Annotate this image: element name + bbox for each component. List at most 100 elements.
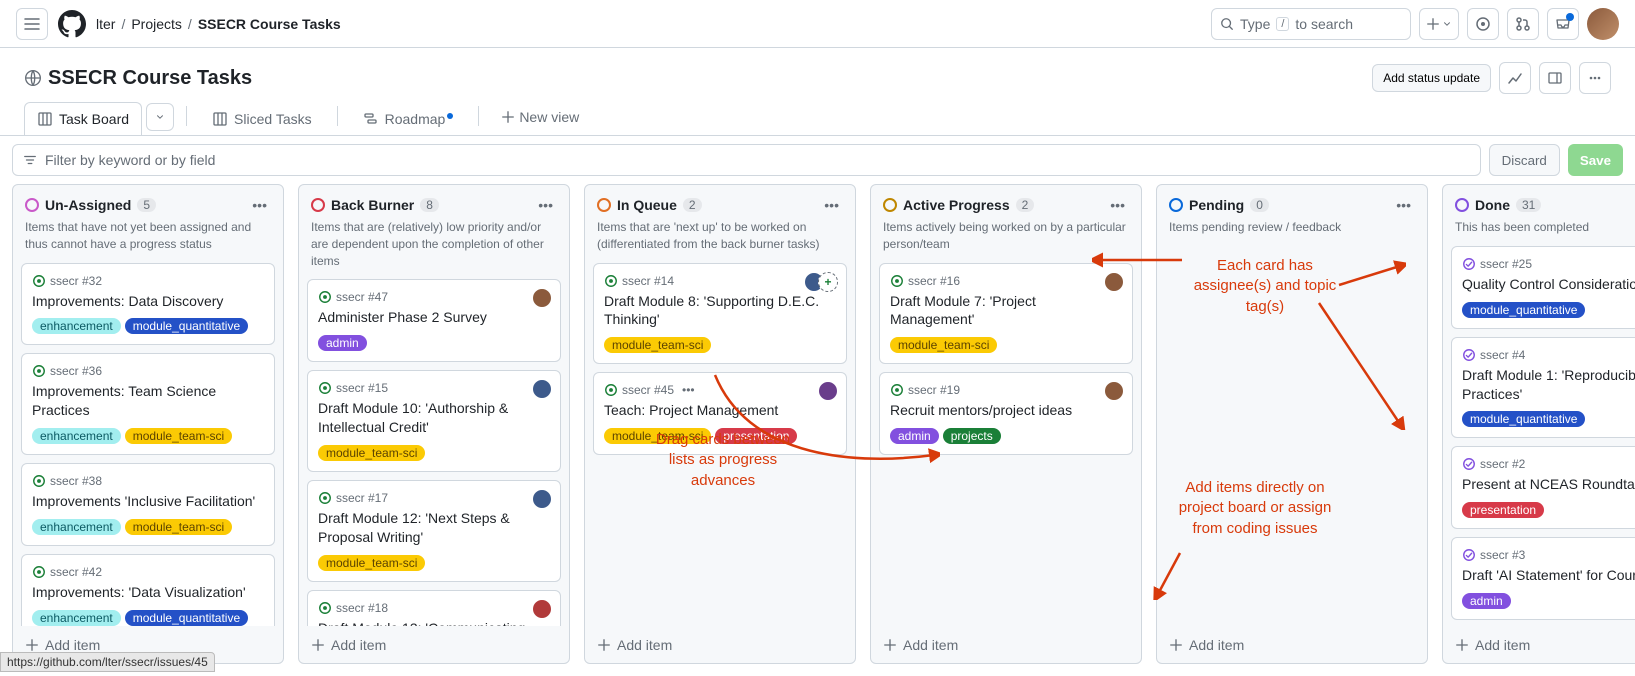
card-ref: ssecr #4 (1480, 348, 1525, 362)
board-card[interactable]: ssecr #2 Present at NCEAS Roundtable pre… (1451, 446, 1635, 529)
card-ref: ssecr #47 (336, 290, 388, 304)
label-admin: admin (318, 335, 367, 351)
column-menu-button[interactable]: ••• (248, 195, 271, 215)
plus-icon (1426, 17, 1440, 31)
add-item-button[interactable]: Add item (1443, 626, 1635, 663)
add-item-button[interactable]: Add item (1157, 626, 1427, 663)
board-card[interactable]: + ssecr #14 Draft Module 8: 'Supporting … (593, 263, 847, 365)
column-count: 8 (420, 198, 439, 212)
project-menu-button[interactable] (1579, 62, 1611, 94)
create-new-button[interactable] (1419, 8, 1459, 40)
board-card[interactable]: ssecr #36 Improvements: Team Science Pra… (21, 353, 275, 455)
card-ref: ssecr #2 (1480, 457, 1525, 471)
card-title: Draft 'AI Statement' for Course P (1462, 566, 1635, 585)
board-card[interactable]: ssecr #42 Improvements: 'Data Visualizat… (21, 554, 275, 626)
label-module_team-sci: module_team-sci (604, 428, 711, 444)
details-panel-button[interactable] (1539, 62, 1571, 94)
card-ref: ssecr #14 (622, 274, 674, 288)
column-pd: Pending 0 ••• Items pending review / fee… (1156, 184, 1428, 664)
board-card[interactable]: ssecr #18 Draft Module 13: 'Communicatin… (307, 590, 561, 626)
board-icon (212, 111, 228, 127)
board-card[interactable]: ssecr #32 Improvements: Data Discovery e… (21, 263, 275, 346)
card-menu-icon[interactable]: ••• (682, 383, 695, 397)
label-module_quantitative: module_quantitative (1462, 302, 1585, 318)
column-menu-button[interactable]: ••• (1392, 195, 1415, 215)
column-menu-button[interactable]: ••• (534, 195, 557, 215)
add-status-update-button[interactable]: Add status update (1372, 64, 1491, 92)
breadcrumb: lter / Projects / SSECR Course Tasks (96, 16, 341, 32)
column-count: 31 (1516, 198, 1541, 212)
plus-icon (501, 110, 515, 124)
filter-input[interactable]: Filter by keyword or by field (12, 144, 1481, 176)
breadcrumb-current: SSECR Course Tasks (198, 16, 341, 32)
board-card[interactable]: ssecr #17 Draft Module 12: 'Next Steps &… (307, 480, 561, 582)
breadcrumb-org[interactable]: lter (96, 16, 115, 32)
card-title: Draft Module 10: 'Authorship & Intellect… (318, 399, 550, 437)
assignee-avatar[interactable] (532, 379, 552, 399)
nav-menu-button[interactable] (16, 8, 48, 40)
column-description: Items that are 'next up' to be worked on… (585, 219, 855, 263)
user-avatar[interactable] (1587, 8, 1619, 40)
card-title: Teach: Project Management (604, 401, 836, 420)
unsaved-dot-icon (447, 113, 453, 119)
label-presentation: presentation (715, 428, 797, 444)
column-menu-button[interactable]: ••• (820, 195, 843, 215)
add-item-button[interactable]: Add item (299, 626, 569, 663)
status-dot-icon (597, 198, 611, 212)
filter-icon (23, 153, 37, 167)
issue-icon (1475, 16, 1491, 32)
global-search-input[interactable]: Type / to search (1211, 8, 1411, 40)
assignee-avatar[interactable] (1104, 381, 1124, 401)
label-admin: admin (890, 428, 939, 444)
label-enhancement: enhancement (32, 519, 121, 535)
tab-task-board[interactable]: Task Board (24, 102, 142, 135)
breadcrumb-projects[interactable]: Projects (131, 16, 182, 32)
public-project-icon (24, 69, 42, 87)
column-dn: Done 31 ••• This has been completed ssec… (1442, 184, 1635, 664)
board-card[interactable]: ssecr #15 Draft Module 10: 'Authorship &… (307, 370, 561, 472)
assignee-avatar[interactable] (532, 489, 552, 509)
card-title: Draft Module 1: 'Reproducibility Practic… (1462, 366, 1635, 404)
assignee-avatar[interactable] (532, 288, 552, 308)
add-item-button[interactable]: Add item (585, 626, 855, 663)
board-card[interactable]: ssecr #25 Quality Control Considerations… (1451, 246, 1635, 329)
issues-button[interactable] (1467, 8, 1499, 40)
card-title: Present at NCEAS Roundtable (1462, 475, 1635, 494)
column-name: In Queue (617, 197, 677, 213)
new-view-button[interactable]: New view (491, 103, 589, 131)
board-card[interactable]: ssecr #38 Improvements 'Inclusive Facili… (21, 463, 275, 546)
insights-button[interactable] (1499, 62, 1531, 94)
board-card[interactable]: ssecr #45 ••• Teach: Project Management m… (593, 372, 847, 455)
assignee-avatar[interactable] (1104, 272, 1124, 292)
board-card[interactable]: ssecr #16 Draft Module 7: 'Project Manag… (879, 263, 1133, 365)
board-card[interactable]: ssecr #19 Recruit mentors/project ideas … (879, 372, 1133, 455)
label-presentation: presentation (1462, 502, 1544, 518)
column-menu-button[interactable]: ••• (1106, 195, 1129, 215)
board-card[interactable]: ssecr #3 Draft 'AI Statement' for Course… (1451, 537, 1635, 620)
notifications-button[interactable] (1547, 8, 1579, 40)
column-count: 2 (1016, 198, 1035, 212)
card-title: Improvements: 'Data Visualization' (32, 583, 264, 602)
label-module_quantitative: module_quantitative (125, 610, 248, 626)
card-title: Recruit mentors/project ideas (890, 401, 1122, 420)
discard-button[interactable]: Discard (1489, 144, 1560, 176)
assignee-avatar[interactable] (818, 381, 838, 401)
plus-icon (25, 638, 39, 652)
label-enhancement: enhancement (32, 610, 121, 626)
assignee-avatar[interactable] (532, 599, 552, 619)
github-logo-icon[interactable] (56, 8, 88, 40)
plus-icon (883, 638, 897, 652)
board-card[interactable]: ssecr #47 Administer Phase 2 Survey admi… (307, 279, 561, 362)
card-ref: ssecr #32 (50, 274, 102, 288)
board-card[interactable]: ssecr #4 Draft Module 1: 'Reproducibilit… (1451, 337, 1635, 439)
tab-sliced-tasks[interactable]: Sliced Tasks (199, 102, 325, 135)
tab-roadmap[interactable]: Roadmap (350, 102, 467, 135)
label-projects: projects (943, 428, 1001, 444)
tab-options-button[interactable] (146, 103, 174, 131)
card-ref: ssecr #36 (50, 364, 102, 378)
card-ref: ssecr #45 (622, 383, 674, 397)
pull-requests-button[interactable] (1507, 8, 1539, 40)
add-item-button[interactable]: Add item (871, 626, 1141, 663)
save-button[interactable]: Save (1568, 144, 1623, 176)
add-assignee-button[interactable]: + (818, 272, 838, 292)
